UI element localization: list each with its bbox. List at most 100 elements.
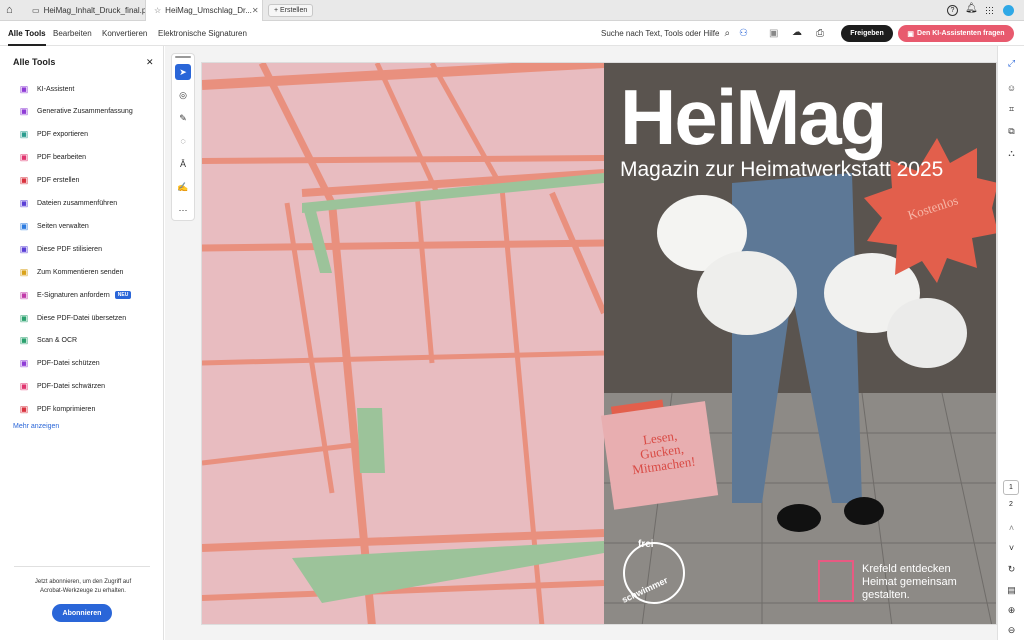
share-button[interactable]: Freigeben [841, 25, 893, 42]
tool-item[interactable]: ▣ PDF erstellen [18, 171, 80, 191]
map-park [357, 408, 385, 473]
pages-icon[interactable]: ⧉ [1004, 124, 1019, 139]
menu-signatures[interactable]: Elektronische Signaturen [158, 21, 247, 46]
bell-icon[interactable]: 🔔︎ [965, 3, 978, 14]
zoom-in-icon[interactable]: ⊕ [1004, 603, 1019, 618]
comment-icon[interactable]: ◎ [175, 87, 191, 103]
cloud-upload-icon[interactable]: ☁ [792, 27, 802, 38]
photo-helmet [697, 251, 797, 335]
search-field[interactable]: Suche nach Text, Tools oder Hilfe ⌕ [601, 21, 730, 46]
chevron-down-icon[interactable]: ˅ [1004, 540, 1019, 555]
tool-item[interactable]: ▣ Scan & OCR [18, 331, 77, 351]
subscribe-label: Abonnieren [62, 609, 102, 617]
tool-item[interactable]: ▣ Generative Zusammenfassung [18, 102, 133, 122]
toolbar-grip [175, 56, 191, 58]
tool-item-label: Generative Zusammenfassung [37, 108, 133, 116]
tool-icon: ▣ [19, 312, 29, 323]
tool-item[interactable]: ▣ Zum Kommentieren senden [18, 262, 124, 282]
tool-item[interactable]: ▣ PDF-Datei schützen [18, 354, 100, 374]
home-icon[interactable]: ⌂ [6, 4, 20, 17]
more-tools-icon[interactable]: ⋯ [175, 202, 191, 218]
photo-helmet [887, 298, 967, 368]
avatar[interactable] [1003, 5, 1014, 16]
menu-edit[interactable]: Bearbeiten [53, 21, 92, 46]
tool-item[interactable]: ▣ PDF exportieren [18, 125, 88, 145]
tab-inhalt[interactable]: ▭ HeiMag_Inhalt_Druck_final.pdf [24, 0, 161, 21]
save-icon[interactable]: ▣ [769, 28, 778, 39]
tool-item[interactable]: ▣ PDF bearbeiten [18, 148, 86, 168]
select-cursor-icon[interactable]: ➤ [175, 64, 191, 80]
comments-icon[interactable]: ☺ [1004, 80, 1019, 95]
search-icon: ⌕ [724, 28, 731, 39]
print-icon[interactable]: ⎙ [816, 28, 824, 39]
ai-assistant-button[interactable]: ▣ Den KI-Assistenten fragen [898, 25, 1014, 42]
tab-umschlag[interactable]: ☆ HeiMag_Umschlag_Dr... ✕ [145, 0, 263, 21]
tool-icon: ▣ [19, 220, 29, 231]
tool-item[interactable]: ▣ E-Signaturen anfordern NEU [18, 285, 132, 305]
pen-icon[interactable]: ✎ [175, 110, 191, 126]
tool-item-label: Diese PDF stilisieren [37, 245, 102, 253]
pdf-page: HeiMag Magazin zur Heimatwerkstatt 2025 … [201, 62, 997, 625]
more-link[interactable]: Mehr anzeigen [13, 423, 59, 430]
tool-icon: ▣ [19, 106, 29, 117]
tool-item-label: PDF erstellen [37, 177, 80, 185]
tool-item-label: PDF komprimieren [37, 406, 96, 414]
tool-icon: ▣ [19, 381, 29, 392]
subscribe-button[interactable]: Abonnieren [52, 604, 112, 622]
tool-icon: ▣ [19, 335, 29, 346]
chevron-up-icon[interactable]: ˄ [1004, 520, 1019, 535]
tool-item[interactable]: ▣ PDF komprimieren [18, 400, 96, 420]
tool-item[interactable]: ▣ Dateien zusammenführen [18, 194, 117, 214]
bookmark-icon[interactable]: ⌗ [1004, 102, 1019, 117]
rotate-icon[interactable]: ↻ [1004, 562, 1019, 577]
tool-item[interactable]: ▣ Diese PDF-Datei übersetzen [18, 308, 126, 328]
new-tab-button[interactable]: + Erstellen [268, 4, 314, 17]
tab-inhalt-label: HeiMag_Inhalt_Druck_final.pdf [43, 6, 153, 15]
tool-item[interactable]: ▣ KI-Assistent [18, 79, 75, 99]
tool-icon: ▣ [19, 266, 29, 277]
apps-grid-icon[interactable] [985, 6, 994, 15]
tool-item-label: Seiten verwalten [37, 222, 89, 230]
page-number-next[interactable]: 2 [1003, 501, 1019, 508]
cover-tagline-3: gestalten. [862, 589, 910, 601]
fill-sign-icon[interactable]: ✍ [175, 179, 191, 195]
photo-shoe [844, 497, 884, 525]
cover-tagline-1: Krefeld entdecken [862, 563, 951, 575]
tool-icon: ▣ [19, 175, 29, 186]
tool-item-label: PDF bearbeiten [37, 154, 87, 162]
page-settings-icon[interactable]: ▤ [1004, 583, 1019, 598]
tool-item-label: PDF-Datei schwärzen [37, 383, 106, 391]
search-label: Suche nach Text, Tools oder Hilfe [601, 29, 720, 38]
panel-divider [14, 566, 150, 567]
star-icon[interactable]: ☆ [154, 6, 161, 15]
photo-shoe [777, 504, 821, 532]
tool-item[interactable]: ▣ PDF-Datei schwärzen [18, 377, 105, 397]
tool-item[interactable]: ▣ Diese PDF stilisieren [18, 239, 102, 259]
ai-tool-icon[interactable]: ⚇ [739, 28, 748, 39]
tool-item[interactable]: ▣ Seiten verwalten [18, 216, 89, 236]
tool-item-label: Diese PDF-Datei übersetzen [37, 314, 127, 322]
close-icon[interactable]: ✕ [252, 6, 259, 15]
tool-item-label: PDF-Datei schützen [37, 360, 100, 368]
menu-all-tools[interactable]: Alle Tools [8, 21, 46, 46]
tab-umschlag-label: HeiMag_Umschlag_Dr... [165, 6, 252, 15]
menu-signatures-label: Elektronische Signaturen [158, 29, 247, 38]
map-road [202, 155, 605, 164]
zoom-out-icon[interactable]: ⊖ [1004, 623, 1019, 638]
attachments-icon[interactable]: ⛬ [1004, 146, 1019, 161]
tool-icon: ▣ [19, 83, 29, 94]
tool-icon: ▣ [19, 198, 29, 208]
document-icon: ▭ [32, 6, 40, 15]
expand-icon[interactable]: ⤢ [1004, 56, 1019, 71]
right-rail: ⤢ ☺ ⌗ ⧉ ⛬ 1 2 ˄ ˅ ↻ ▤ ⊕ ⊖ [997, 46, 1024, 640]
promo-text: Jetzt abonnieren, um den Zugriff auf Acr… [34, 579, 132, 594]
tool-icon: ▣ [19, 243, 29, 254]
menu-convert[interactable]: Konvertieren [102, 21, 147, 46]
lasso-icon[interactable]: ◌ [175, 133, 191, 149]
ai-chat-icon: ▣ [907, 30, 915, 38]
help-icon[interactable]: ? [947, 5, 958, 16]
page-number-current[interactable]: 1 [1003, 480, 1019, 495]
close-panel-icon[interactable]: ✕ [146, 57, 154, 68]
new-badge: NEU [114, 291, 132, 300]
text-select-icon[interactable]: Ā [175, 156, 191, 172]
